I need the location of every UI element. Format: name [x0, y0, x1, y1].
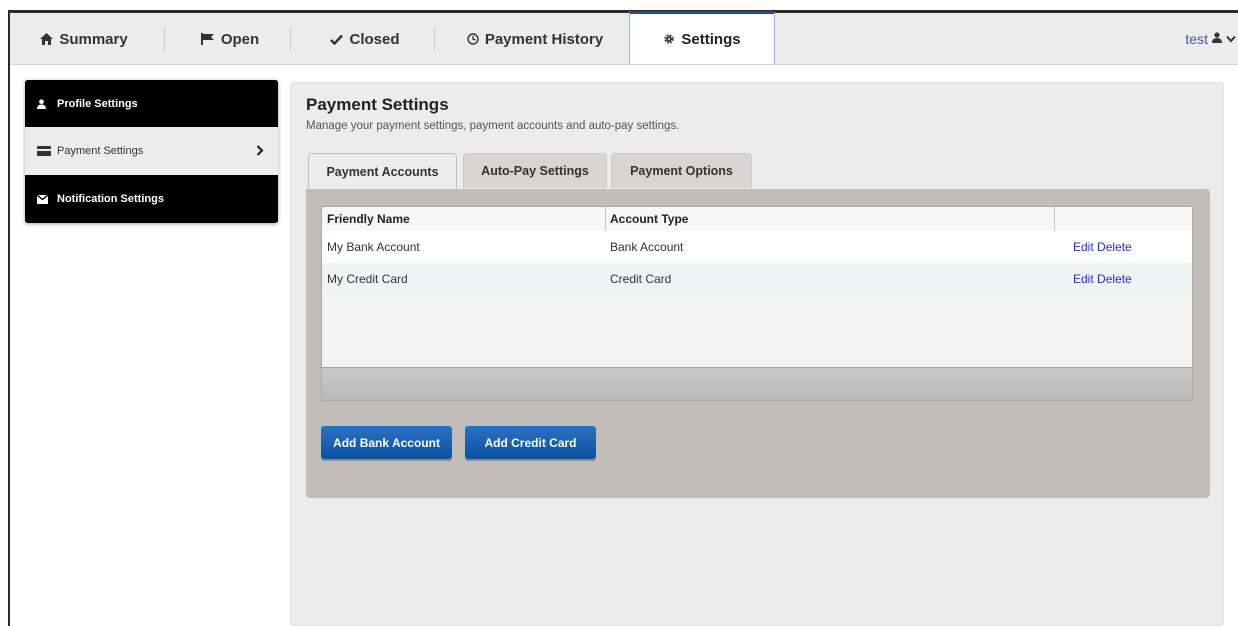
- column-divider: [605, 207, 606, 231]
- cell-friendly-name: My Credit Card: [327, 272, 408, 286]
- column-header-account-type[interactable]: Account Type: [610, 207, 1050, 231]
- tab-label: Payment Accounts: [326, 165, 439, 179]
- tab-payment-accounts[interactable]: Payment Accounts: [308, 153, 457, 190]
- edit-link[interactable]: Edit: [1073, 240, 1094, 254]
- user-menu[interactable]: test: [1185, 13, 1236, 65]
- tab-label: Open: [220, 30, 260, 48]
- tab-label: Closed: [349, 30, 400, 48]
- cell-actions: Edit Delete: [1073, 263, 1192, 295]
- sidebar-item-profile-settings[interactable]: Profile Settings: [25, 80, 278, 127]
- tab-label: Summary: [59, 30, 128, 48]
- table-footer: [322, 367, 1192, 400]
- column-divider: [1054, 207, 1055, 231]
- tab-closed[interactable]: Closed: [300, 13, 430, 65]
- delete-link[interactable]: Delete: [1097, 240, 1132, 254]
- tab-divider: [290, 27, 291, 51]
- chevron-down-icon: [1226, 32, 1236, 46]
- table-row[interactable]: My Bank Account Bank Account Edit Delete: [322, 231, 1192, 263]
- table-row[interactable]: My Credit Card Credit Card Edit Delete: [322, 263, 1192, 295]
- payment-accounts-tab-panel: Friendly Name Account Type My Bank Accou…: [306, 189, 1210, 498]
- payment-accounts-table: Friendly Name Account Type My Bank Accou…: [321, 206, 1193, 401]
- sidebar-item-notification-settings[interactable]: Notification Settings: [25, 175, 278, 223]
- tab-label: Auto-Pay Settings: [481, 164, 589, 178]
- envelope-icon: [37, 194, 57, 204]
- user-icon: [1212, 32, 1222, 46]
- cell-actions: Edit Delete: [1073, 231, 1192, 263]
- add-credit-card-button[interactable]: Add Credit Card: [465, 426, 596, 459]
- cell-account-type: Credit Card: [610, 272, 672, 286]
- tab-label: Payment History: [484, 30, 604, 48]
- tab-auto-pay-settings[interactable]: Auto-Pay Settings: [463, 153, 607, 188]
- cell-account-type: Bank Account: [610, 240, 684, 254]
- payment-settings-panel: Payment Settings Manage your payment set…: [290, 82, 1224, 626]
- tab-open[interactable]: Open: [170, 13, 290, 65]
- tab-label: Settings: [681, 30, 741, 48]
- chevron-right-icon: [256, 143, 264, 159]
- tab-payment-history[interactable]: Payment History: [440, 13, 630, 65]
- table-header: Friendly Name Account Type: [322, 207, 1192, 232]
- flag-icon: [200, 33, 215, 45]
- user-icon: [37, 98, 57, 109]
- sidebar-item-label: Profile Settings: [57, 97, 138, 110]
- sidebar-item-label: Notification Settings: [57, 193, 164, 205]
- cell-friendly-name: My Bank Account: [327, 240, 420, 254]
- home-icon: [40, 33, 54, 45]
- clock-icon: [467, 33, 479, 45]
- tab-settings[interactable]: Settings: [629, 11, 775, 64]
- sidebar-item-payment-settings[interactable]: Payment Settings: [25, 127, 278, 175]
- column-header-actions: [1059, 207, 1189, 231]
- add-bank-account-button[interactable]: Add Bank Account: [321, 426, 452, 459]
- tab-divider: [434, 27, 435, 51]
- page-title: Payment Settings: [306, 95, 449, 114]
- column-header-friendly-name[interactable]: Friendly Name: [327, 207, 607, 231]
- settings-sidebar: Profile Settings Payment Settings Notifi…: [25, 80, 278, 223]
- window-left-border: [8, 10, 10, 626]
- credit-card-icon: [37, 146, 57, 156]
- edit-link[interactable]: Edit: [1073, 272, 1094, 286]
- top-nav: Summary Open Closed Payment History Sett…: [10, 11, 1238, 65]
- check-icon: [330, 34, 344, 45]
- tab-label: Payment Options: [630, 164, 733, 178]
- tab-divider: [164, 27, 165, 51]
- tab-summary[interactable]: Summary: [10, 13, 158, 65]
- gear-icon: [663, 33, 675, 45]
- sidebar-item-label: Payment Settings: [57, 145, 144, 157]
- delete-link[interactable]: Delete: [1097, 272, 1132, 286]
- page-subtitle: Manage your payment settings, payment ac…: [306, 120, 680, 132]
- user-name: test: [1185, 31, 1208, 47]
- tab-payment-options[interactable]: Payment Options: [611, 153, 752, 188]
